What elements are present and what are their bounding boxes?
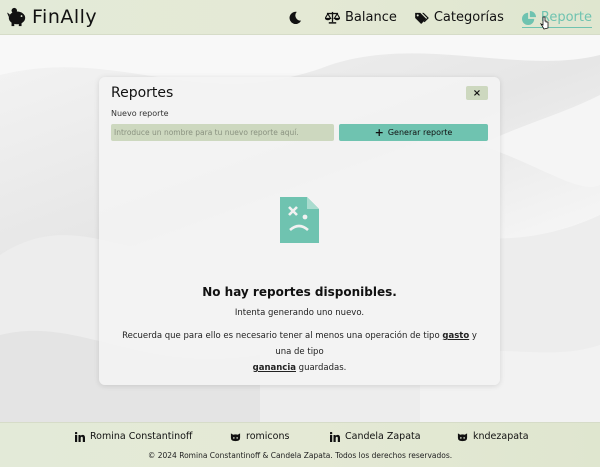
footer-link-label: kndezapata [473,431,529,442]
footer-link-label: Romina Constantinoff [90,431,193,442]
footer-link-romina-linkedin[interactable]: Romina Constantinoff [75,431,192,442]
brand-name: FinAlly [32,6,98,28]
nav-report[interactable]: Reporte [521,10,592,28]
linkedin-icon [330,431,340,442]
broken-file-icon [280,197,319,243]
panel-title: Reportes [111,85,174,101]
reports-panel: Reportes × Nuevo reporte + Generar repor… [99,77,500,385]
theme-toggle[interactable] [288,11,307,25]
mouse-cursor-icon [540,16,549,30]
nav-categories[interactable]: Categorías [415,10,504,25]
plus-icon: + [374,126,384,139]
footer-link-label: Candela Zapata [345,431,421,442]
moon-icon [289,11,302,24]
empty-state-subtitle: Intenta generando uno nuevo. [234,308,365,318]
footer-link-candela-linkedin[interactable]: Candela Zapata [330,431,421,442]
report-name-input[interactable] [111,124,334,141]
brand[interactable]: FinAlly [6,6,97,28]
new-report-label: Nuevo reporte [111,109,169,118]
empty-state-title: No hay reportes disponibles. [202,285,397,299]
tags-icon [415,12,429,24]
empty-state-note: Recuerda que para ello es necesario tene… [113,328,486,376]
scale-icon [325,11,340,24]
nav-balance-label: Balance [345,10,397,25]
note-text-3: guardadas. [295,363,347,373]
nav-balance[interactable]: Balance [325,10,397,25]
note-ganancia: ganancia [252,363,296,373]
piggy-bank-icon [7,7,26,27]
note-text-1: Recuerda que para ello es necesario tene… [122,331,443,341]
generate-report-button[interactable]: + Generar reporte [339,124,488,141]
footer: Romina Constantinoff romicons Candela Za… [0,422,600,467]
close-button[interactable]: × [466,86,488,100]
linkedin-icon [75,431,85,442]
nav-categories-label: Categorías [433,10,504,25]
generate-report-label: Generar reporte [387,128,453,137]
github-icon [457,432,468,441]
footer-link-romicons-github[interactable]: romicons [230,431,289,442]
github-icon [230,432,241,441]
footer-link-label: romicons [246,431,290,442]
copyright: © 2024 Romina Constantinoff & Candela Za… [147,451,453,460]
note-gasto: gasto [442,331,470,341]
pie-chart-icon [521,10,536,25]
footer-link-kndezapata-github[interactable]: kndezapata [457,431,529,442]
navbar: FinAlly Balance Categorías Reporte [0,0,600,35]
